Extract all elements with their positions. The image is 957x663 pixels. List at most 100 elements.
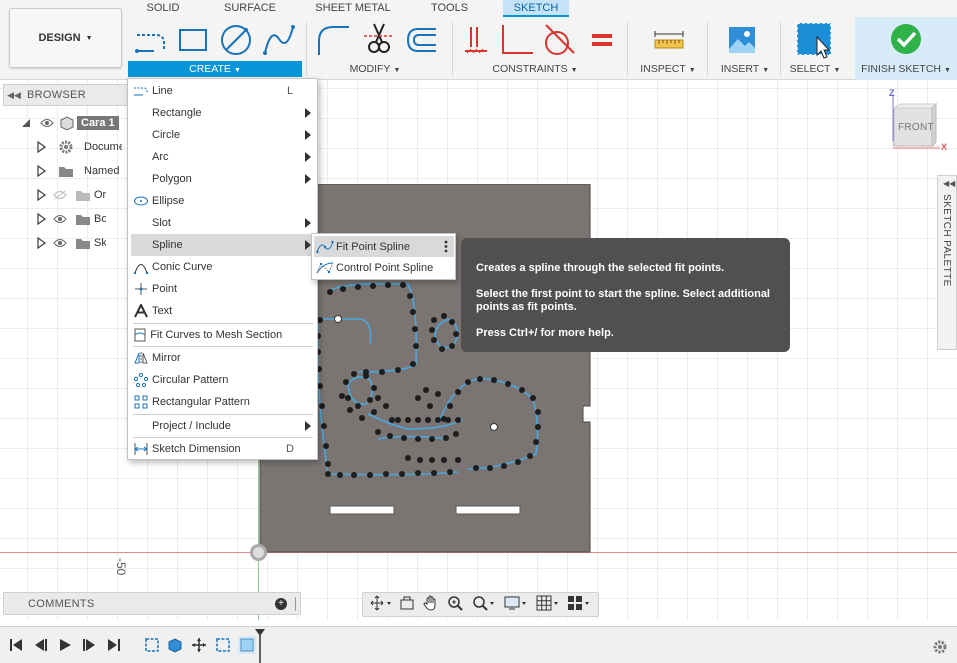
menu-item-circle[interactable]: Circle — [131, 124, 315, 146]
offset-tool-icon[interactable] — [402, 22, 440, 58]
menu-item-rectangular-pattern[interactable]: Rectangular Pattern — [131, 391, 315, 413]
separator — [707, 22, 708, 76]
menu-item-ellipse[interactable]: Ellipse — [131, 190, 315, 212]
display-settings-icon[interactable] — [504, 595, 528, 614]
menu-item-fit-curves-to-mesh-section[interactable]: Fit Curves to Mesh Section — [131, 324, 315, 346]
menu-item-point[interactable]: Point — [131, 278, 315, 300]
insert-menu-button[interactable]: INSERT ▼ — [715, 61, 775, 77]
viewcube[interactable]: Z X FRONT — [878, 86, 953, 156]
tab-surface[interactable]: SURFACE — [215, 0, 285, 17]
tab-tools[interactable]: TOOLS — [422, 0, 477, 17]
tangent-constraint-icon[interactable] — [540, 22, 578, 58]
menu-item-line[interactable]: Line L — [131, 80, 315, 102]
timeline-extrude-feature-icon[interactable] — [166, 636, 184, 654]
browser-item-named-views[interactable]: Named Views — [3, 160, 133, 182]
browser-item-document-settings[interactable]: Document Settings — [3, 136, 133, 158]
step-forward-icon[interactable] — [82, 637, 98, 653]
perpendicular-constraint-icon[interactable] — [497, 22, 535, 58]
collapse-icon[interactable]: ◀◀ — [4, 90, 24, 101]
tab-solid[interactable]: SOLID — [135, 0, 191, 17]
menu-item-text[interactable]: Text — [131, 300, 315, 322]
timeline-canvas-feature-icon[interactable] — [238, 636, 256, 654]
x-axis-label: X — [941, 142, 948, 152]
finish-sketch-button[interactable]: FINISH SKETCH ▼ — [855, 17, 957, 80]
measure-ruler-icon[interactable] — [650, 26, 688, 56]
select-menu-button[interactable]: SELECT ▼ — [782, 61, 848, 77]
constraints-menu-button[interactable]: CONSTRAINTS ▼ — [485, 61, 585, 77]
trim-scissors-icon[interactable] — [362, 20, 396, 58]
inspect-menu-button[interactable]: INSPECT ▼ — [638, 61, 698, 77]
spline-tool-icon[interactable] — [261, 22, 297, 58]
more-options-icon[interactable] — [444, 240, 448, 256]
menu-item-mirror[interactable]: Mirror — [131, 347, 315, 369]
menu-item-rectangle[interactable]: Rectangle — [131, 102, 315, 124]
zoom-icon[interactable] — [447, 595, 465, 614]
origin-point[interactable] — [250, 544, 267, 561]
grid-settings-icon[interactable] — [536, 595, 560, 614]
look-at-icon[interactable] — [399, 595, 415, 614]
browser-root-item[interactable]: Cara 1 — [3, 112, 133, 134]
orbit-icon[interactable] — [370, 595, 392, 614]
menu-item-project-include[interactable]: Project / Include — [131, 415, 315, 437]
timeline-move-feature-icon[interactable] — [190, 636, 208, 654]
go-to-start-icon[interactable] — [8, 637, 24, 653]
menu-item-polygon[interactable]: Polygon — [131, 168, 315, 190]
collapsed-arrow-icon[interactable] — [34, 236, 48, 250]
collapsed-arrow-icon[interactable] — [34, 212, 48, 226]
rectangle-tool-icon[interactable] — [175, 24, 211, 56]
menu-item-fit-point-spline[interactable]: Fit Point Spline — [314, 236, 454, 257]
finish-sketch-label: FINISH SKETCH ▼ — [861, 63, 951, 75]
line-tool-icon[interactable] — [133, 24, 169, 56]
expanded-arrow-icon[interactable] — [19, 116, 33, 130]
viewports-icon[interactable] — [567, 595, 591, 614]
eye-icon[interactable] — [48, 214, 72, 224]
collapsed-arrow-icon[interactable] — [34, 140, 48, 154]
browser-item-origin[interactable]: Origin — [3, 184, 133, 206]
select-cursor-icon[interactable] — [795, 21, 835, 59]
comments-panel-header[interactable]: COMMENTS + — [3, 592, 301, 615]
modify-menu-button[interactable]: MODIFY ▼ — [330, 61, 420, 77]
timeline-sketch-feature-icon[interactable] — [143, 636, 161, 654]
add-comment-icon[interactable]: + — [275, 597, 287, 610]
tab-sketch[interactable]: SKETCH — [503, 0, 569, 17]
eye-icon[interactable] — [48, 238, 72, 248]
expand-icon[interactable]: ◀◀ — [943, 179, 955, 188]
equal-constraint-icon[interactable] — [586, 26, 620, 54]
tab-sheet-metal[interactable]: SHEET METAL — [311, 0, 395, 17]
insert-image-icon[interactable] — [726, 24, 758, 56]
menu-item-control-point-spline[interactable]: Control Point Spline — [314, 257, 454, 278]
fillet-tool-icon[interactable] — [314, 22, 352, 58]
browser-item-bodies[interactable]: Bodies — [3, 208, 133, 230]
collapsed-arrow-icon[interactable] — [34, 188, 48, 202]
timeline-position-marker[interactable] — [255, 629, 265, 663]
select-tool[interactable]: SELECT ▼ — [782, 0, 854, 80]
menu-item-slot[interactable]: Slot — [131, 212, 315, 234]
menu-item-conic-curve[interactable]: Conic Curve — [131, 256, 315, 278]
folder-icon — [72, 237, 94, 250]
pan-hand-icon[interactable] — [423, 595, 439, 614]
menu-item-circular-pattern[interactable]: Circular Pattern — [131, 369, 315, 391]
timeline-sketch-feature-icon[interactable] — [214, 636, 232, 654]
gear-icon[interactable] — [932, 639, 948, 658]
menu-item-sketch-dimension[interactable]: Sketch Dimension D — [131, 438, 315, 460]
eye-hidden-icon[interactable] — [48, 190, 72, 200]
circle-tool-icon[interactable] — [217, 22, 255, 58]
eye-icon[interactable] — [37, 118, 57, 128]
step-back-icon[interactable] — [32, 637, 48, 653]
dimension-label: -50 — [114, 558, 128, 576]
viewcube-face-label[interactable]: FRONT — [898, 122, 934, 133]
coincident-constraint-icon[interactable] — [460, 22, 492, 58]
browser-item-sketches[interactable]: Sketches — [3, 232, 133, 254]
go-to-end-icon[interactable] — [106, 637, 122, 653]
gear-icon — [48, 139, 84, 155]
menu-item-arc[interactable]: Arc — [131, 146, 315, 168]
collapsed-arrow-icon[interactable] — [34, 164, 48, 178]
play-icon[interactable] — [57, 637, 73, 653]
zoom-window-icon[interactable] — [472, 595, 496, 614]
resize-handle[interactable] — [295, 596, 296, 611]
sketch-palette-tab[interactable]: ◀◀ SKETCH PALETTE — [937, 175, 957, 350]
menu-item-spline[interactable]: Spline — [131, 234, 315, 256]
z-axis-label: Z — [889, 88, 895, 98]
create-menu-button[interactable]: CREATE ▼ — [128, 61, 302, 77]
workspace-switcher-button[interactable]: DESIGN ▼ — [9, 8, 122, 68]
